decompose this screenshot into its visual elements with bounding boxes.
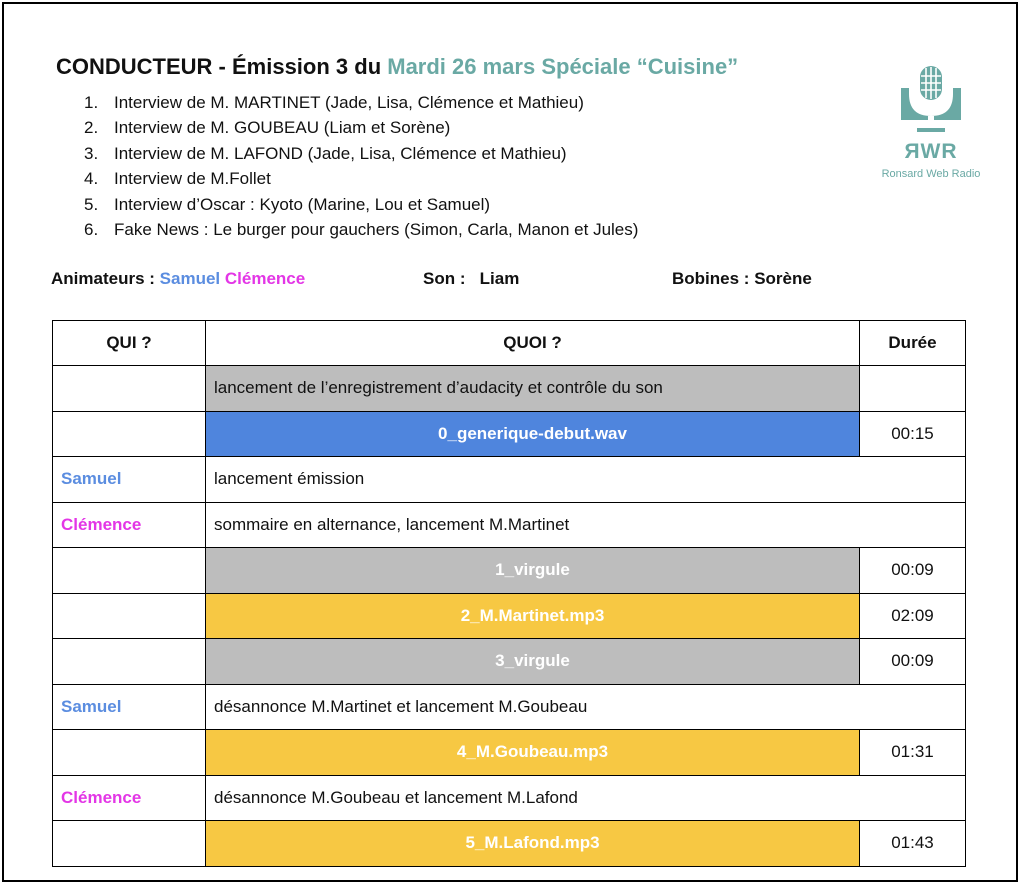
cell-who bbox=[52, 592, 206, 639]
agenda-item: 5. Interview d’Oscar : Kyoto (Marine, Lou… bbox=[84, 192, 638, 217]
agenda-item: 4. Interview de M.Follet bbox=[84, 166, 638, 191]
agenda-item-number: 3. bbox=[84, 143, 99, 163]
logo-abbreviation: ЯWR bbox=[904, 140, 958, 163]
cell-who bbox=[52, 729, 206, 776]
agenda-item-text: Interview de M.Follet bbox=[114, 169, 271, 189]
header-duration: Durée bbox=[859, 320, 966, 366]
header-what: QUOI ? bbox=[205, 320, 860, 366]
table-row: 3_virgule 00:09 bbox=[52, 638, 966, 685]
document-page: CONDUCTEUR - Émission 3 du Mardi 26 mars… bbox=[2, 2, 1018, 882]
radio-logo: ЯWR Ronsard Web Radio bbox=[872, 64, 990, 180]
agenda-item-text: Interview de M. GOUBEAU (Liam et Sorène) bbox=[114, 118, 451, 138]
cell-who bbox=[52, 547, 206, 594]
sound-person: Liam bbox=[479, 269, 520, 288]
agenda-item: 2. Interview de M. GOUBEAU (Liam et Sorèn… bbox=[84, 115, 638, 140]
agenda-item: 1. Interview de M. MARTINET (Jade, Lisa, … bbox=[84, 90, 638, 115]
hosts-label: Animateurs : bbox=[51, 269, 155, 288]
logo-name: Ronsard Web Radio bbox=[881, 168, 981, 180]
sound: Son : Liam bbox=[423, 269, 519, 289]
cell-who: Clémence bbox=[52, 774, 206, 821]
cell-what: désannonce M.Goubeau et lancement M.Lafo… bbox=[205, 774, 966, 821]
agenda-item-text: Interview de M. MARTINET (Jade, Lisa, Cl… bbox=[114, 93, 584, 112]
table-row: 1_virgule 00:09 bbox=[52, 547, 966, 594]
sound-label: Son : bbox=[423, 269, 466, 288]
cell-what: lancement de l’enregistrement d’audacity… bbox=[205, 365, 860, 412]
cell-who: Samuel bbox=[52, 683, 206, 730]
cell-duration: 01:43 bbox=[859, 820, 966, 867]
table-row: Clémence désannonce M.Goubeau et lancemen… bbox=[52, 774, 966, 821]
cell-what: 3_virgule bbox=[205, 638, 860, 685]
cell-who: Samuel bbox=[52, 456, 206, 503]
table-row: Samuel désannonce M.Martinet et lancement… bbox=[52, 683, 966, 730]
host-samuel: Samuel bbox=[159, 269, 221, 288]
agenda-item: 3. Interview de M. LAFOND (Jade, Lisa, Cl… bbox=[84, 141, 638, 166]
table-header-row: QUI ? QUOI ? Durée bbox=[52, 320, 966, 366]
cell-what: sommaire en alternance, lancement M.Mart… bbox=[205, 501, 966, 548]
table-row: 5_M.Lafond.mp3 01:43 bbox=[52, 820, 966, 867]
reels-person: Sorène bbox=[754, 269, 812, 288]
table-row: Clémence sommaire en alternance, lancemen… bbox=[52, 501, 966, 548]
cell-what: 4_M.Goubeau.mp3 bbox=[205, 729, 860, 776]
cell-duration: 00:09 bbox=[859, 547, 966, 594]
cell-what: lancement émission bbox=[205, 456, 966, 503]
agenda-item-text: Interview d’Oscar : Kyoto (Marine, Lou e… bbox=[114, 194, 491, 214]
rundown-table: QUI ? QUOI ? Durée lancement de l’enregi… bbox=[52, 320, 966, 867]
cell-what: 1_virgule bbox=[205, 547, 860, 594]
host-clemence: Clémence bbox=[224, 269, 306, 288]
cell-who: Clémence bbox=[52, 501, 206, 548]
cell-duration: 00:09 bbox=[859, 638, 966, 685]
cell-what: 0_generique-debut.wav bbox=[205, 410, 860, 457]
reels: Bobines : Sorène bbox=[672, 269, 812, 289]
cell-who bbox=[52, 365, 206, 412]
header-who: QUI ? bbox=[52, 320, 206, 366]
agenda-item-number: 5. bbox=[84, 194, 99, 214]
microphone-icon bbox=[901, 66, 961, 132]
agenda-item-number: 2. bbox=[84, 118, 99, 138]
cell-who bbox=[52, 638, 206, 685]
crew-line: Animateurs : Samuel Clémence Son : Liam … bbox=[51, 269, 951, 291]
table-row: 4_M.Goubeau.mp3 01:31 bbox=[52, 729, 966, 776]
cell-what: 5_M.Lafond.mp3 bbox=[205, 820, 860, 867]
agenda-item-number: 6. bbox=[84, 220, 99, 240]
cell-duration: 00:15 bbox=[859, 410, 966, 457]
table-row: 2_M.Martinet.mp3 02:09 bbox=[52, 592, 966, 639]
agenda-item-number: 4. bbox=[84, 169, 99, 189]
reels-label: Bobines : bbox=[672, 269, 750, 288]
cell-who bbox=[52, 410, 206, 457]
agenda-item-text: Fake News : Le burger pour gauchers (Sim… bbox=[114, 220, 639, 240]
agenda-item-text: Interview de M. LAFOND (Jade, Lisa, Clém… bbox=[114, 143, 567, 163]
cell-who bbox=[52, 820, 206, 867]
table-row: 0_generique-debut.wav 00:15 bbox=[52, 410, 966, 457]
page-title: CONDUCTEUR - Émission 3 du Mardi 26 mars… bbox=[56, 54, 738, 80]
cell-what: désannonce M.Martinet et lancement M.Gou… bbox=[205, 683, 966, 730]
agenda-item: 6. Fake News : Le burger pour gauchers (S… bbox=[84, 217, 638, 242]
cell-duration bbox=[859, 365, 966, 412]
agenda-list: 1. Interview de M. MARTINET (Jade, Lisa, … bbox=[84, 90, 638, 242]
title-date: Mardi 26 mars Spéciale “Cuisine” bbox=[387, 54, 739, 79]
table-row: Samuel lancement émission bbox=[52, 456, 966, 503]
agenda-item-number: 1. bbox=[84, 93, 99, 112]
cell-duration: 02:09 bbox=[859, 592, 966, 639]
title-prefix: CONDUCTEUR - Émission 3 du bbox=[56, 54, 388, 79]
hosts: Animateurs : Samuel Clémence bbox=[51, 269, 305, 289]
table-row: lancement de l’enregistrement d’audacity… bbox=[52, 365, 966, 412]
cell-what: 2_M.Martinet.mp3 bbox=[205, 592, 860, 639]
cell-duration: 01:31 bbox=[859, 729, 966, 776]
